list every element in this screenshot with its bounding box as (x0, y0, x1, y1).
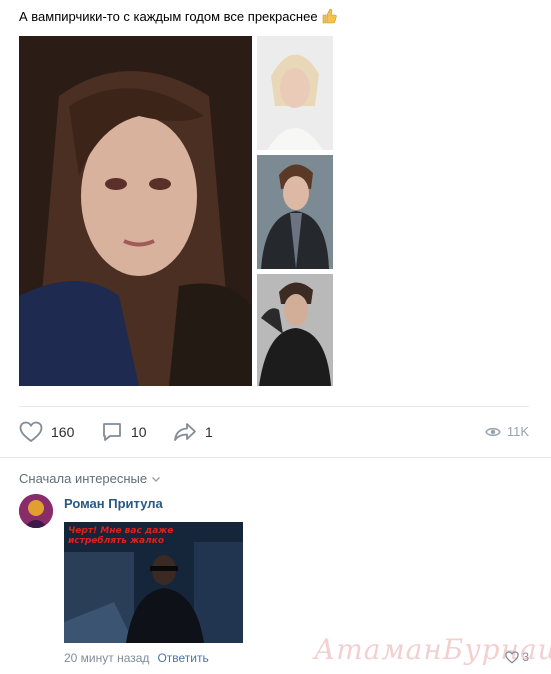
share-count: 1 (205, 424, 213, 440)
comment-time[interactable]: 20 минут назад (64, 651, 149, 665)
portrait-man-dark-image (257, 274, 333, 386)
portrait-blonde-image (257, 36, 333, 150)
share-button[interactable]: 1 (173, 421, 213, 443)
post-photo-4[interactable] (257, 274, 333, 386)
comments-sort-dropdown[interactable]: Сначала интересные (19, 471, 161, 486)
comments-sort-label: Сначала интересные (19, 471, 148, 486)
heart-icon (19, 421, 43, 443)
post-photo-main[interactable] (19, 36, 252, 386)
comment-count: 10 (131, 424, 147, 440)
comment-author[interactable]: Роман Притула (64, 496, 163, 511)
comment-avatar[interactable] (19, 494, 53, 528)
actions-divider (19, 406, 529, 407)
chevron-down-icon (152, 476, 161, 482)
share-icon (174, 423, 196, 441)
reply-button[interactable]: Ответить (157, 651, 208, 665)
like-button[interactable]: 160 (19, 421, 74, 443)
comment-like-button[interactable]: 3 (505, 650, 529, 664)
portrait-woman-image (19, 36, 252, 386)
portrait-man-jacket-image (257, 155, 333, 269)
views-count: 11K (506, 424, 529, 439)
post-photo-2[interactable] (257, 36, 333, 150)
post-text: А вампирчики-то с каждым годом все прекр… (19, 8, 318, 24)
comment-meta: 20 минут назад Ответить (64, 651, 209, 665)
comment-icon (103, 423, 121, 441)
comments-divider (0, 457, 551, 458)
eye-icon (485, 427, 501, 436)
comment-meme-image[interactable]: Черт! Мне вас даже истреблять жалко (64, 522, 243, 643)
comment-button[interactable]: 10 (101, 421, 147, 443)
views-counter: 11K (485, 424, 529, 439)
like-count: 160 (51, 424, 75, 440)
meme-caption: Черт! Мне вас даже истреблять жалко (68, 526, 174, 546)
post-photo-3[interactable] (257, 155, 333, 269)
comment-like-count: 3 (522, 650, 529, 664)
avatar-image (19, 494, 53, 528)
heart-icon (505, 650, 520, 664)
post-text-row: А вампирчики-то с каждым годом все прекр… (19, 8, 337, 24)
thumbs-up-emoji-icon (321, 8, 337, 24)
